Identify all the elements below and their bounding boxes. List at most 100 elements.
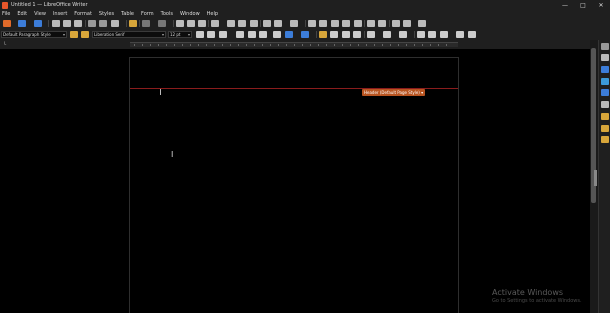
unordered-list-icon[interactable] — [367, 31, 375, 38]
menu-view[interactable]: View — [34, 11, 46, 17]
minimize-button[interactable]: — — [556, 0, 574, 10]
bold-icon[interactable] — [196, 31, 204, 38]
insert-line-icon[interactable] — [392, 20, 400, 27]
superscript-icon[interactable] — [248, 31, 256, 38]
align-right-icon[interactable] — [342, 31, 350, 38]
menu-bar: File Edit View Insert Format Styles Tabl… — [0, 10, 610, 18]
menu-insert[interactable]: Insert — [53, 11, 67, 17]
ruler-tick — [182, 44, 183, 46]
gallery-icon[interactable] — [601, 78, 609, 85]
ruler-tick — [302, 44, 303, 46]
decrease-indent-icon[interactable] — [428, 31, 436, 38]
align-center-icon[interactable] — [330, 31, 338, 38]
menu-help[interactable]: Help — [207, 11, 218, 17]
ruler-tick — [406, 44, 407, 46]
insert-image-icon[interactable] — [227, 20, 235, 27]
tab-stop-type-icon[interactable]: └ — [3, 42, 6, 48]
decrease-paragraph-spacing-icon[interactable] — [468, 31, 476, 38]
ruler-tick — [278, 44, 279, 46]
navigator-icon[interactable] — [601, 89, 609, 96]
insert-table-icon[interactable] — [211, 20, 219, 27]
menu-file[interactable]: File — [2, 11, 10, 17]
page-icon[interactable] — [601, 101, 609, 108]
ruler-tick — [422, 44, 423, 46]
export-pdf-icon[interactable] — [52, 20, 60, 27]
insert-text-box-icon[interactable] — [250, 20, 258, 27]
menu-styles[interactable]: Styles — [99, 11, 114, 17]
redo-icon[interactable] — [158, 20, 166, 27]
sidebar-menu-icon[interactable] — [601, 43, 609, 50]
style-inspector-icon[interactable] — [601, 113, 609, 120]
sidebar-collapse-handle[interactable] — [594, 170, 597, 186]
save-icon[interactable] — [34, 20, 42, 27]
outline-format-icon[interactable] — [399, 31, 407, 38]
menu-tools[interactable]: Tools — [161, 11, 173, 17]
copy-icon[interactable] — [99, 20, 107, 27]
ruler-tick — [294, 44, 295, 46]
line-spacing-icon[interactable] — [440, 31, 448, 38]
properties-icon[interactable] — [601, 54, 609, 61]
design-icon[interactable] — [601, 136, 609, 143]
text-cursor — [160, 89, 161, 95]
basic-shapes-icon[interactable] — [403, 20, 411, 27]
spelling-icon[interactable] — [187, 20, 195, 27]
align-left-icon[interactable] — [319, 31, 327, 38]
paste-icon[interactable] — [111, 20, 119, 27]
strikethrough-icon[interactable] — [236, 31, 244, 38]
menu-window[interactable]: Window — [180, 11, 200, 17]
new-style-icon[interactable] — [81, 31, 89, 38]
menu-format[interactable]: Format — [74, 11, 92, 17]
clear-formatting-icon[interactable] — [273, 31, 281, 38]
paragraph-style-select[interactable]: Default Paragraph Style ▾ — [1, 31, 67, 38]
update-style-icon[interactable] — [70, 31, 78, 38]
new-document-icon[interactable] — [3, 20, 11, 27]
insert-field-icon[interactable] — [274, 20, 282, 27]
insert-cross-reference-icon[interactable] — [354, 20, 362, 27]
increase-paragraph-spacing-icon[interactable] — [456, 31, 464, 38]
increase-indent-icon[interactable] — [417, 31, 425, 38]
ruler-tick — [190, 44, 191, 46]
insert-footnote-icon[interactable] — [319, 20, 327, 27]
find-replace-icon[interactable] — [176, 20, 184, 27]
paragraph-style-value: Default Paragraph Style — [3, 32, 51, 37]
toolbar-separator — [414, 31, 415, 38]
underline-icon[interactable] — [219, 31, 227, 38]
horizontal-ruler[interactable] — [130, 42, 458, 47]
open-icon[interactable] — [18, 20, 26, 27]
menu-edit[interactable]: Edit — [17, 11, 27, 17]
insert-special-character-icon[interactable] — [290, 20, 298, 27]
print-icon[interactable] — [63, 20, 71, 27]
header-edit-tag[interactable]: Header (Default Page Style) ▾ — [362, 89, 426, 96]
ruler-tick — [166, 44, 167, 46]
insert-bookmark-icon[interactable] — [342, 20, 350, 27]
print-preview-icon[interactable] — [74, 20, 82, 27]
maximize-button[interactable]: □ — [574, 0, 592, 10]
ordered-list-icon[interactable] — [383, 31, 391, 38]
subscript-icon[interactable] — [259, 31, 267, 38]
insert-chart-icon[interactable] — [238, 20, 246, 27]
ruler-tick — [438, 44, 439, 46]
cut-icon[interactable] — [88, 20, 96, 27]
font-name-select[interactable]: Liberation Serif ▾ — [92, 31, 166, 38]
font-size-select[interactable]: 12 pt ▾ — [168, 31, 192, 38]
italic-icon[interactable] — [207, 31, 215, 38]
justify-icon[interactable] — [353, 31, 361, 38]
insert-hyperlink-icon[interactable] — [308, 20, 316, 27]
close-button[interactable]: ✕ — [592, 0, 610, 10]
draw-functions-icon[interactable] — [418, 20, 426, 27]
track-changes-icon[interactable] — [378, 20, 386, 27]
menu-table[interactable]: Table — [121, 11, 134, 17]
font-color-icon[interactable] — [285, 31, 293, 38]
insert-page-break-icon[interactable] — [263, 20, 271, 27]
formatting-marks-icon[interactable] — [198, 20, 206, 27]
manage-changes-icon[interactable] — [601, 125, 609, 132]
clone-formatting-icon[interactable] — [129, 20, 137, 27]
insert-comment-icon[interactable] — [367, 20, 375, 27]
undo-icon[interactable] — [142, 20, 150, 27]
ruler-tick — [382, 44, 383, 46]
ruler-tick — [430, 44, 431, 46]
character-highlighting-icon[interactable] — [301, 31, 309, 38]
insert-endnote-icon[interactable] — [331, 20, 339, 27]
menu-form[interactable]: Form — [141, 11, 154, 17]
styles-icon[interactable] — [601, 66, 609, 73]
